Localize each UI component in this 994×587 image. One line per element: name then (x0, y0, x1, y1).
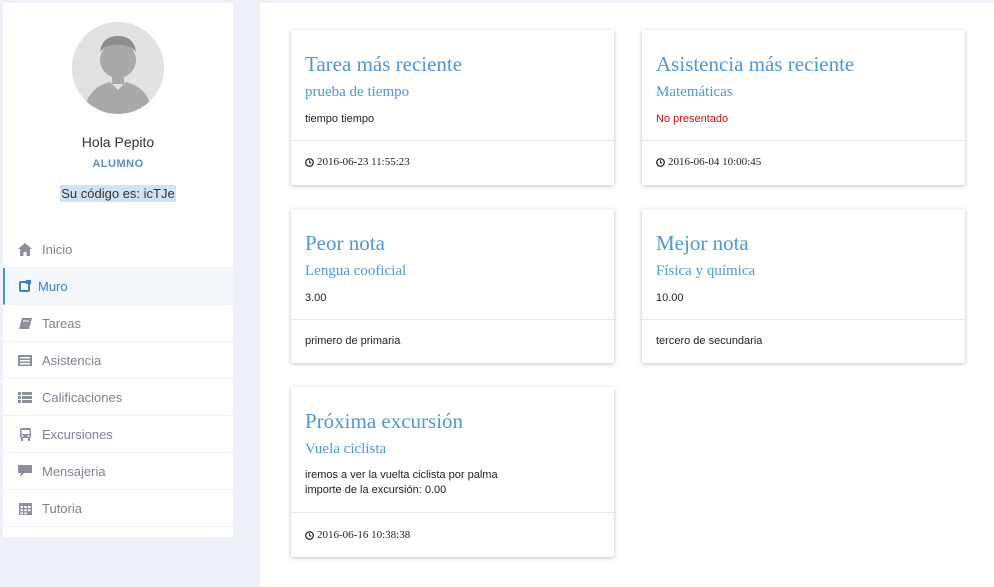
user-role: ALUMNO (92, 158, 144, 170)
sidebar-item-tutoria[interactable]: Tutoria (3, 490, 233, 527)
trip-description: iremos a ver la vuelta ciclista por palm… (305, 469, 498, 481)
student-code-text: Su código es: icTJe (60, 185, 176, 202)
calendar-icon (17, 501, 33, 515)
clock-icon (305, 157, 314, 167)
card-divider (291, 512, 614, 513)
card-title: Mejor nota (656, 231, 749, 255)
sidebar-nav: Inicio Muro Tareas Asistencia Calificaci… (3, 231, 233, 527)
card-timestamp: 2016-06-16 10:38:38 (317, 529, 411, 541)
card-footer-text: primero de primaria (305, 335, 401, 347)
sidebar-item-label: Inicio (42, 241, 73, 257)
card-worst-grade[interactable]: Peor nota Lengua cooficial 3.00 primero … (291, 209, 614, 363)
card-subtitle: Física y química (656, 263, 756, 279)
sidebar-item-label: Tareas (42, 315, 82, 331)
user-greeting: Hola Pepito (81, 134, 155, 150)
card-footer: 2016-06-04 10:00:45 (656, 156, 761, 168)
list-alt-icon (17, 353, 33, 367)
card-footer: primero de primaria (305, 335, 400, 347)
book-icon (17, 316, 33, 330)
card-body: No presentado (656, 113, 729, 125)
card-subtitle: Matemáticas (656, 84, 733, 100)
sidebar-item-inicio[interactable]: Inicio (3, 231, 233, 268)
sidebar-item-tareas[interactable]: Tareas (3, 305, 233, 342)
list-icon (17, 390, 33, 404)
sidebar-item-label: Mensajeria (42, 463, 106, 479)
comment-icon (17, 464, 33, 478)
card-footer: 2016-06-23 11:55:23 (305, 156, 410, 168)
square-icon (17, 279, 33, 293)
main-content: Tarea más reciente prueba de tiempo tiem… (260, 3, 994, 587)
card-timestamp: 2016-06-23 11:55:23 (317, 156, 410, 168)
card-divider (642, 140, 965, 141)
trip-price: importe de la excursión: 0.00 (305, 484, 447, 496)
clock-icon (656, 157, 665, 167)
card-body: iremos a ver la vuelta ciclista por palm… (305, 468, 498, 498)
sidebar-item-calificaciones[interactable]: Calificaciones (3, 379, 233, 416)
card-subtitle: prueba de tiempo (305, 84, 410, 100)
card-footer-text: tercero de secundaria (656, 335, 763, 347)
sidebar-item-asistencia[interactable]: Asistencia (3, 342, 233, 379)
card-body: 10.00 (656, 292, 684, 304)
card-next-trip[interactable]: Próxima excursión Vuela ciclista iremos … (291, 387, 614, 557)
card-best-grade[interactable]: Mejor nota Física y química 10.00 tercer… (642, 209, 965, 363)
card-title: Próxima excursión (305, 409, 464, 433)
card-body: 3.00 (305, 292, 327, 304)
card-title: Peor nota (305, 231, 385, 255)
card-body: tiempo tiempo (305, 113, 375, 125)
card-subtitle: Lengua cooficial (305, 263, 407, 279)
sidebar: Hola Pepito ALUMNO Su código es: icTJe I… (3, 3, 233, 537)
sidebar-item-label: Excursiones (42, 426, 113, 442)
student-code: Su código es: icTJe (3, 185, 233, 202)
sidebar-item-label: Muro (38, 278, 68, 294)
card-divider (291, 140, 614, 141)
card-title: Asistencia más reciente (656, 52, 855, 76)
card-title: Tarea más reciente (305, 52, 463, 76)
sidebar-item-label: Asistencia (42, 352, 102, 368)
sidebar-item-label: Tutoria (42, 500, 82, 516)
card-latest-task[interactable]: Tarea más reciente prueba de tiempo tiem… (291, 30, 614, 185)
bus-icon (17, 427, 33, 441)
card-subtitle: Vuela ciclista (305, 441, 387, 457)
card-footer: 2016-06-16 10:38:38 (305, 529, 410, 541)
card-latest-attendance[interactable]: Asistencia más reciente Matemáticas No p… (642, 30, 965, 185)
avatar (72, 22, 164, 114)
sidebar-item-mensajeria[interactable]: Mensajeria (3, 453, 233, 490)
clock-icon (305, 530, 314, 540)
card-timestamp: 2016-06-04 10:00:45 (668, 156, 762, 168)
card-divider (291, 319, 614, 320)
card-footer: tercero de secundaria (656, 335, 762, 347)
card-divider (642, 319, 965, 320)
sidebar-item-label: Calificaciones (42, 389, 123, 405)
sidebar-item-muro[interactable]: Muro (3, 268, 233, 305)
sidebar-item-excursiones[interactable]: Excursiones (3, 416, 233, 453)
home-icon (17, 242, 33, 256)
